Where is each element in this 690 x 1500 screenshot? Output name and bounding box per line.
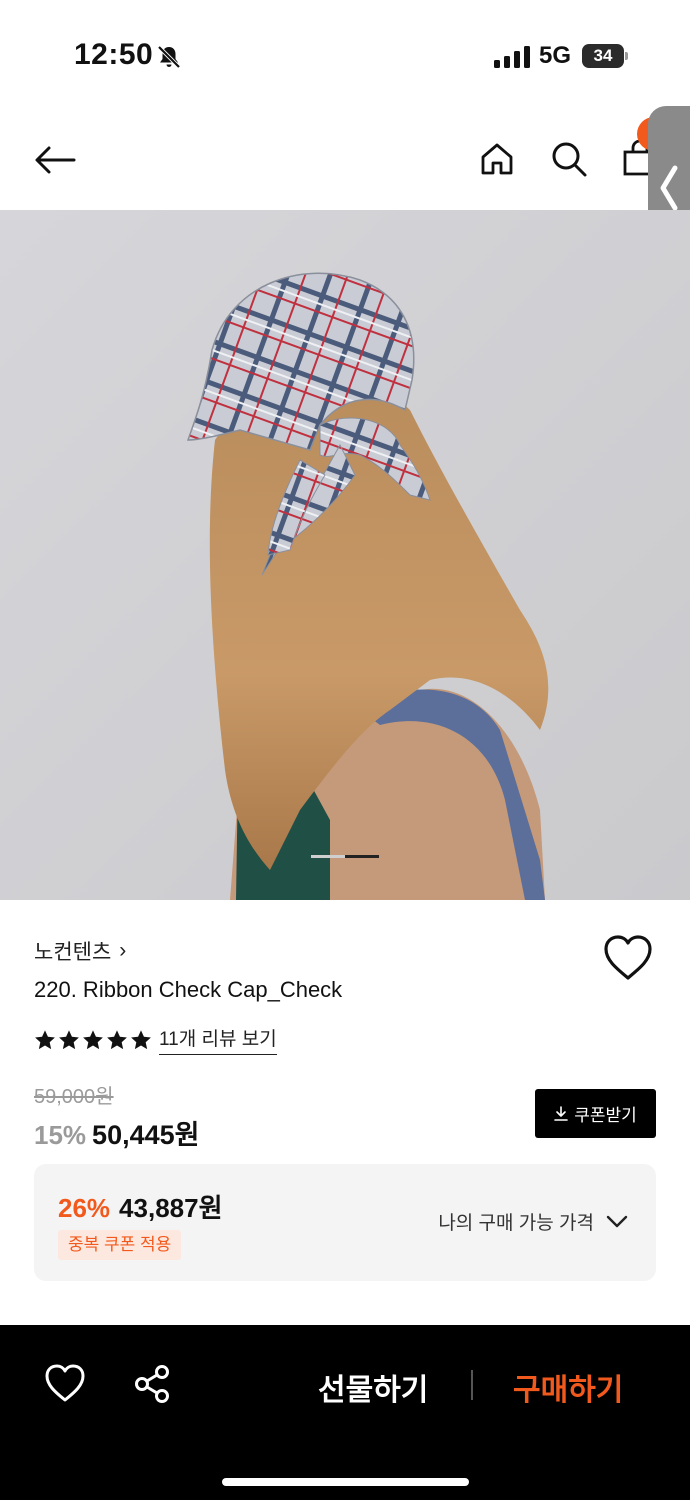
bottom-wishlist-button[interactable] bbox=[44, 1363, 86, 1405]
original-price: 59,000원 bbox=[34, 1086, 114, 1108]
network-label: 5G bbox=[539, 42, 572, 69]
rating-stars bbox=[34, 1029, 152, 1051]
battery-icon: 34 bbox=[582, 44, 628, 68]
product-name: 220. Ribbon Check Cap_Check bbox=[34, 977, 343, 1002]
chevron-down-icon bbox=[606, 1215, 628, 1227]
battery-cap bbox=[625, 52, 628, 60]
status-bar: 12:50 5G 34 bbox=[0, 0, 690, 110]
product-image[interactable] bbox=[0, 210, 690, 900]
my-discount-rate: 26% bbox=[58, 1193, 111, 1223]
duplicate-coupon-badge: 중복 쿠폰 적용 bbox=[58, 1230, 182, 1260]
home-icon bbox=[481, 143, 513, 175]
star-icon bbox=[35, 1029, 55, 1049]
wishlist-button[interactable] bbox=[602, 934, 654, 982]
share-icon bbox=[135, 1365, 169, 1403]
rating-row: 11개 리뷰 보기 bbox=[34, 1024, 277, 1055]
divider bbox=[471, 1370, 473, 1400]
bell-muted-icon bbox=[157, 45, 181, 69]
gift-button[interactable]: 선물하기 bbox=[318, 1365, 428, 1409]
download-icon bbox=[554, 1105, 569, 1121]
battery-level: 34 bbox=[582, 44, 624, 68]
brand-link[interactable]: 노컨텐츠 › bbox=[34, 936, 126, 966]
product-photo bbox=[0, 210, 690, 900]
my-price-toggle-label: 나의 구매 가능 가격 bbox=[438, 1213, 594, 1234]
review-link[interactable]: 11개 리뷰 보기 bbox=[159, 1024, 277, 1055]
star-icon bbox=[107, 1029, 127, 1049]
bottom-action-bar: 선물하기 구매하기 bbox=[0, 1325, 690, 1500]
search-button[interactable] bbox=[546, 136, 592, 182]
signal-icon bbox=[494, 46, 530, 68]
share-button[interactable] bbox=[132, 1363, 174, 1405]
discount-rate: 15% bbox=[34, 1120, 87, 1150]
star-icon bbox=[59, 1029, 79, 1049]
sale-price: 50,445원 bbox=[92, 1120, 200, 1150]
coupon-button-label: 쿠폰받기 bbox=[574, 1106, 637, 1125]
gallery-indicator-1 bbox=[311, 855, 345, 858]
my-price-toggle[interactable]: 나의 구매 가능 가격 bbox=[438, 1208, 628, 1235]
status-time: 12:50 bbox=[74, 38, 154, 71]
home-button[interactable] bbox=[474, 136, 520, 182]
chevron-right-icon: › bbox=[119, 939, 127, 962]
heart-icon bbox=[604, 935, 652, 980]
search-icon bbox=[552, 142, 587, 177]
chevron-left-icon bbox=[660, 165, 678, 211]
gallery-indicator-2 bbox=[345, 855, 379, 858]
star-icon bbox=[83, 1029, 103, 1049]
my-price-box[interactable]: 26% 43,887원 중복 쿠폰 적용 나의 구매 가능 가격 bbox=[34, 1164, 656, 1281]
my-price-row: 26% 43,887원 bbox=[58, 1188, 223, 1225]
home-indicator bbox=[222, 1478, 469, 1486]
brand-name: 노컨텐츠 bbox=[34, 941, 112, 964]
price-row: 15% 50,445원 bbox=[34, 1113, 199, 1152]
my-price: 43,887원 bbox=[119, 1193, 223, 1223]
top-nav bbox=[0, 110, 690, 210]
heart-icon bbox=[45, 1364, 85, 1402]
back-arrow-icon bbox=[35, 146, 76, 174]
buy-button[interactable]: 구매하기 bbox=[513, 1365, 623, 1409]
star-icon bbox=[131, 1029, 151, 1049]
coupon-button[interactable]: 쿠폰받기 bbox=[535, 1089, 656, 1138]
back-button[interactable] bbox=[30, 138, 80, 182]
